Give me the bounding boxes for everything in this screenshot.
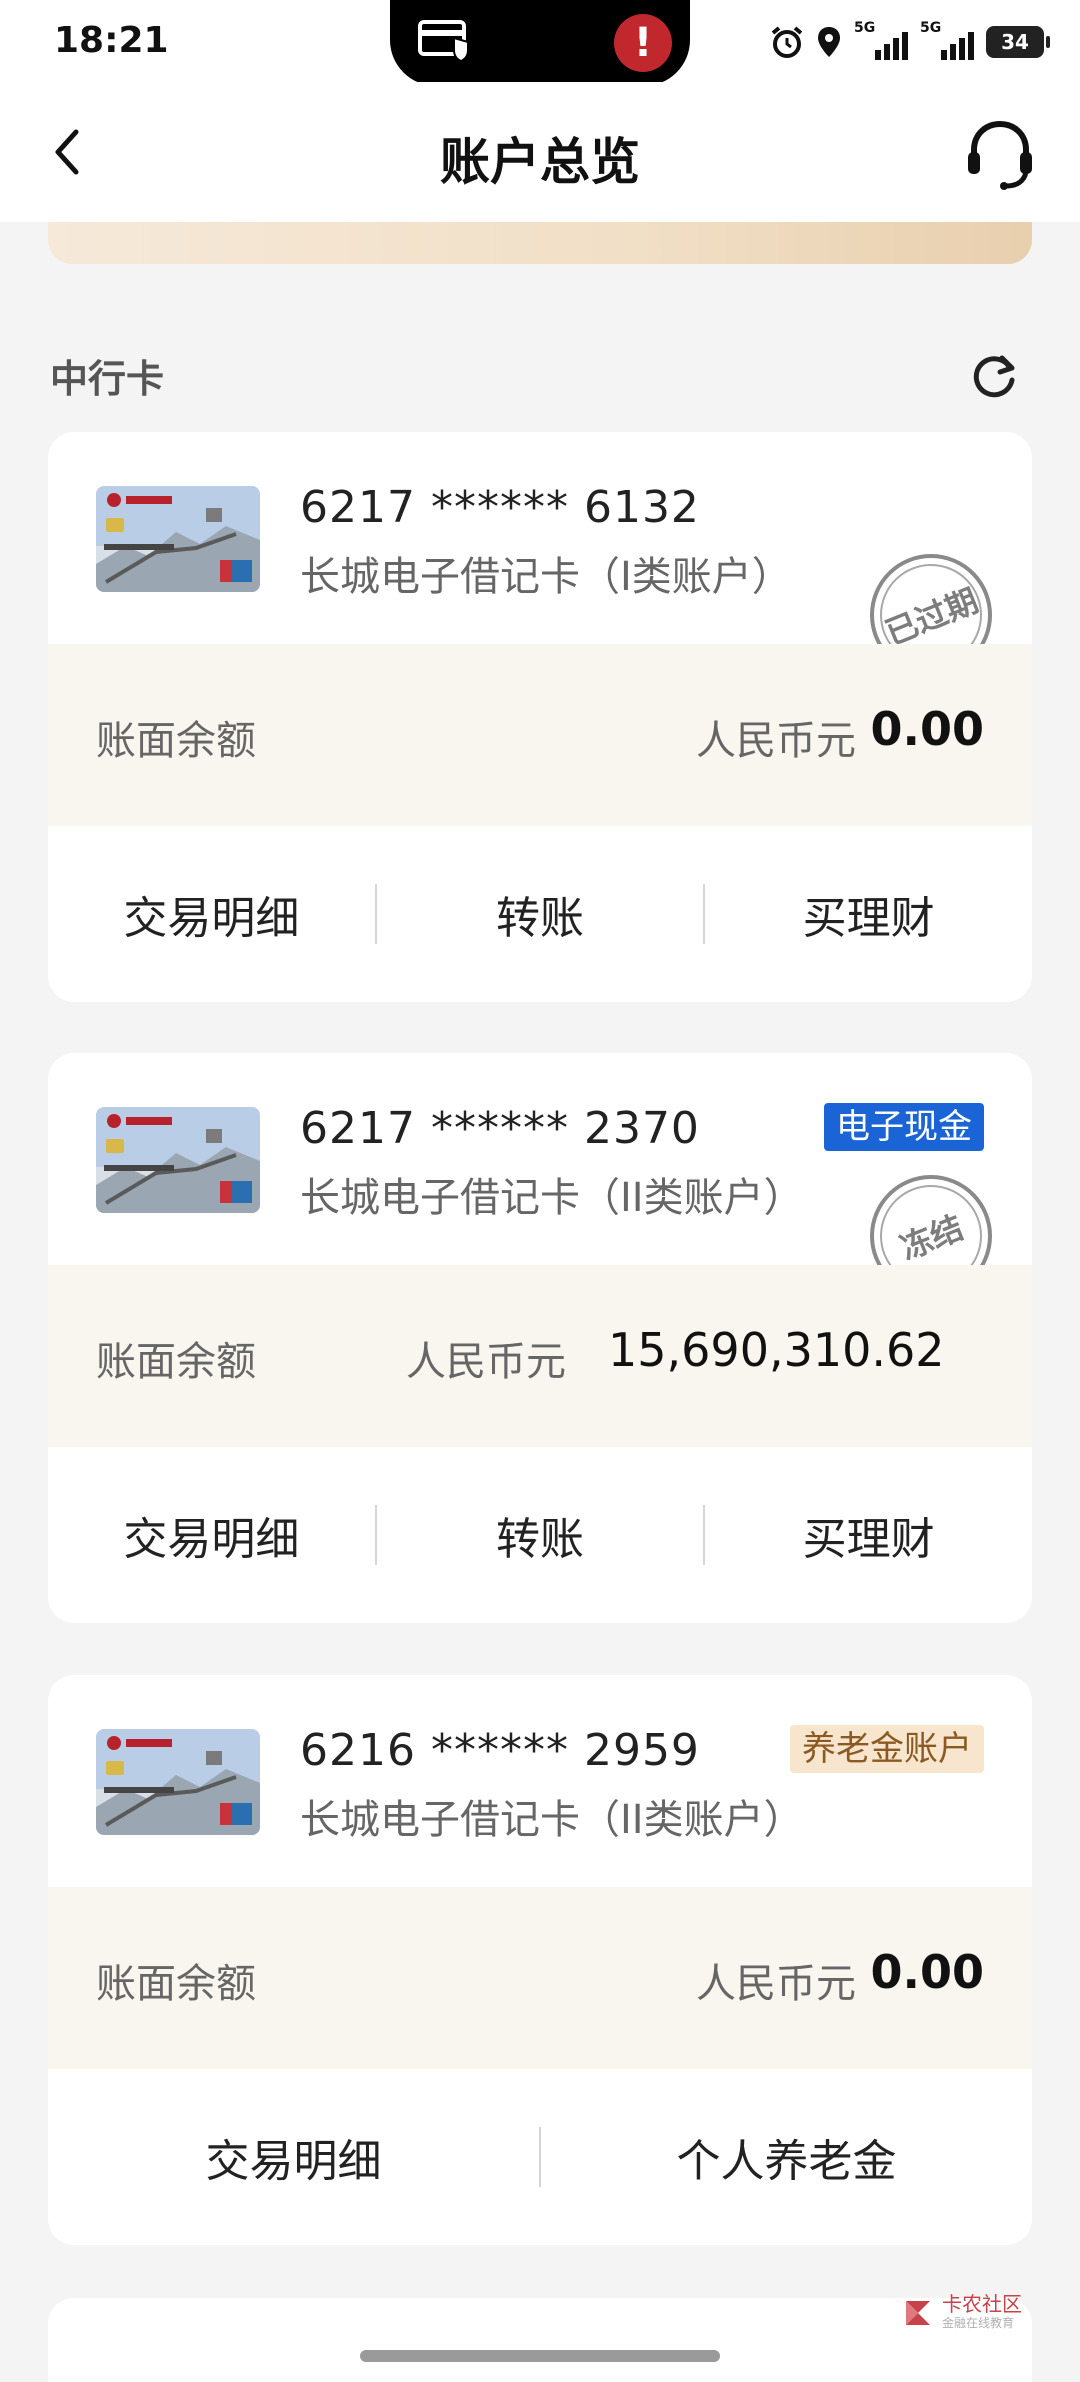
- card-type: 长城电子借记卡（II类账户）: [300, 1175, 804, 1221]
- personal-pension-button[interactable]: 个人养老金: [541, 2125, 1032, 2189]
- balance-label: 账面余额: [96, 1961, 256, 2007]
- refresh-icon[interactable]: [968, 350, 1020, 402]
- transfer-button[interactable]: 转账: [377, 1503, 704, 1567]
- account-card-partial[interactable]: [48, 2298, 1032, 2382]
- transaction-details-button[interactable]: 交易明细: [48, 882, 375, 946]
- account-card[interactable]: 6216 ****** 2959 长城电子借记卡（II类账户） 养老金账户 账面…: [48, 1675, 1032, 2245]
- status-bar: 18:21 ! 5G 5G 34: [0, 0, 1080, 86]
- balance-label: 账面余额: [96, 718, 256, 764]
- balance-row: 账面余额 人民币元 15,690,310.62: [48, 1265, 1032, 1447]
- card-actions: 交易明细 转账 买理财: [48, 826, 1032, 1002]
- buy-wealth-button[interactable]: 买理财: [705, 882, 1032, 946]
- watermark-subtitle: 金融在线教育: [942, 2316, 1015, 2330]
- transfer-button[interactable]: 转账: [377, 882, 704, 946]
- bank-card-image: [96, 1107, 260, 1213]
- balance-amount: 0.00: [870, 1945, 985, 1999]
- signal-label: 5G: [854, 20, 876, 36]
- section-title: 中行卡: [50, 357, 165, 401]
- e-cash-badge: 电子现金: [824, 1103, 984, 1151]
- headset-icon[interactable]: [960, 114, 1040, 194]
- card-number: 6217 ****** 2370: [300, 1103, 700, 1154]
- account-card[interactable]: 6217 ****** 2370 长城电子借记卡（II类账户） 电子现金 冻结 …: [48, 1053, 1032, 1623]
- bank-card-image: [96, 1729, 260, 1835]
- currency-label: 人民币元: [406, 1339, 566, 1385]
- dynamic-island: !: [390, 0, 690, 86]
- card-actions: 交易明细 个人养老金: [48, 2069, 1032, 2245]
- buy-wealth-button[interactable]: 买理财: [705, 1503, 1032, 1567]
- balance-amount: 0.00: [870, 702, 985, 756]
- logo-icon: [906, 2300, 930, 2325]
- balance-amount: 15,690,310.62: [608, 1323, 945, 1377]
- signal-icon: 5G: [920, 20, 974, 60]
- signal-label: 5G: [920, 20, 942, 36]
- currency-label: 人民币元: [696, 718, 856, 764]
- watermark: 卡农社区 金融在线教育: [902, 2294, 1022, 2331]
- alert-icon: !: [614, 14, 672, 72]
- page-title: 账户总览: [440, 133, 640, 191]
- card-shield-icon: [418, 20, 469, 62]
- status-time: 18:21: [54, 20, 169, 61]
- card-type: 长城电子借记卡（I类账户）: [300, 554, 792, 600]
- balance-row: 账面余额 人民币元 0.00: [48, 1887, 1032, 2069]
- pension-account-badge: 养老金账户: [790, 1725, 984, 1773]
- promo-banner[interactable]: [48, 222, 1032, 264]
- balance-label: 账面余额: [96, 1339, 256, 1385]
- card-actions: 交易明细 转账 买理财: [48, 1447, 1032, 1623]
- transaction-details-button[interactable]: 交易明细: [48, 1503, 375, 1567]
- card-number: 6216 ****** 2959: [300, 1725, 700, 1776]
- nav-bar: 账户总览: [0, 82, 1080, 222]
- card-type: 长城电子借记卡（II类账户）: [300, 1797, 804, 1843]
- alarm-icon: [771, 26, 803, 58]
- home-indicator[interactable]: [360, 2350, 720, 2362]
- watermark-title: 卡农社区: [942, 2292, 1022, 2316]
- stamp-text: 已过期: [880, 581, 984, 653]
- card-header: 6216 ****** 2959 长城电子借记卡（II类账户） 养老金账户: [48, 1675, 1032, 1887]
- battery-level: 34: [1001, 30, 1029, 54]
- status-icons: 5G 5G 34: [770, 20, 1050, 62]
- location-icon: [818, 27, 840, 57]
- card-number: 6217 ****** 6132: [300, 482, 700, 533]
- card-header: 6217 ****** 6132 长城电子借记卡（I类账户） 已过期: [48, 432, 1032, 695]
- balance-row: 账面余额 人民币元 0.00: [48, 644, 1032, 826]
- battery-icon: 34: [986, 26, 1050, 58]
- account-card[interactable]: 6217 ****** 6132 长城电子借记卡（I类账户） 已过期 账面余额 …: [48, 432, 1032, 1002]
- currency-label: 人民币元: [696, 1961, 856, 2007]
- signal-icon: 5G: [854, 20, 908, 60]
- transaction-details-button[interactable]: 交易明细: [48, 2125, 539, 2189]
- bank-card-image: [96, 486, 260, 592]
- stamp-text: 冻结: [894, 1208, 969, 1268]
- card-header: 6217 ****** 2370 长城电子借记卡（II类账户） 电子现金 冻结: [48, 1053, 1032, 1316]
